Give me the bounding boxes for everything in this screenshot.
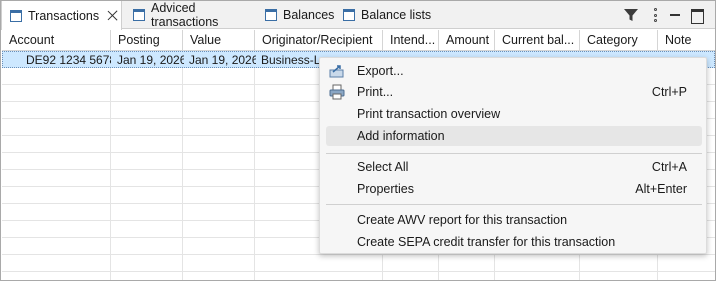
menu-item-label: Select All bbox=[357, 160, 409, 174]
column-header-amount[interactable]: Amount bbox=[439, 30, 495, 51]
menu-item-create-sepa-credit-transfer[interactable]: Create SEPA credit transfer for this tra… bbox=[326, 232, 702, 252]
tab-label: Balance lists bbox=[361, 8, 432, 22]
cell-posting-date: Jan 19, 2026 bbox=[117, 53, 184, 67]
minimize-icon[interactable] bbox=[667, 7, 683, 23]
menu-item-label: Create SEPA credit transfer for this tra… bbox=[357, 235, 616, 249]
menu-item-create-awv-report[interactable]: Create AWV report for this transaction bbox=[326, 210, 702, 230]
tab-transactions[interactable]: Transactions bbox=[1, 1, 122, 30]
filter-icon[interactable] bbox=[623, 7, 639, 23]
column-header-intended-use[interactable]: Intend... bbox=[383, 30, 439, 51]
tab-adviced-transactions[interactable]: Adviced transactions bbox=[125, 1, 259, 29]
transactions-view: Transactions Adviced transactions Balanc… bbox=[0, 0, 716, 281]
menu-separator bbox=[326, 204, 702, 205]
table-icon bbox=[265, 9, 277, 21]
kebab-menu-icon[interactable] bbox=[647, 7, 663, 23]
menu-item-shortcut: Ctrl+P bbox=[651, 85, 687, 99]
tab-balance-lists[interactable]: Balance lists bbox=[335, 1, 435, 29]
table-icon bbox=[343, 9, 355, 21]
tab-balances[interactable]: Balances bbox=[257, 1, 337, 29]
menu-item-label: Print... bbox=[357, 85, 394, 99]
tab-label: Adviced transactions bbox=[151, 1, 219, 29]
menu-item-label: Print transaction overview bbox=[357, 107, 501, 121]
column-header-category[interactable]: Category bbox=[580, 30, 658, 51]
menu-separator bbox=[326, 153, 702, 154]
table-icon bbox=[133, 9, 145, 21]
menu-item-print[interactable]: Print... Ctrl+P bbox=[326, 82, 702, 102]
menu-item-print-transaction-overview[interactable]: Print transaction overview bbox=[326, 104, 702, 124]
table-icon bbox=[10, 9, 22, 22]
tab-bar: Transactions Adviced transactions Balanc… bbox=[1, 1, 715, 30]
tab-label: Transactions bbox=[28, 8, 100, 23]
table-header: Account Posting Value Originator/Recipie… bbox=[2, 30, 715, 51]
menu-item-properties[interactable]: Properties Alt+Enter bbox=[326, 179, 702, 199]
cell-originator-recipient: Business-Le bbox=[261, 53, 321, 67]
menu-item-label: Export... bbox=[357, 64, 404, 78]
cell-account: DE92 1234 5678 9 bbox=[26, 53, 111, 67]
menu-item-shortcut: Ctrl+A bbox=[651, 160, 687, 174]
cell-value-date: Jan 19, 2026 bbox=[189, 53, 256, 67]
menu-item-label: Properties bbox=[357, 182, 414, 196]
printer-icon bbox=[329, 84, 345, 100]
menu-item-export[interactable]: Export... bbox=[326, 61, 702, 81]
column-header-value[interactable]: Value bbox=[183, 30, 255, 51]
menu-item-label: Add information bbox=[357, 129, 445, 143]
menu-item-label: Create AWV report for this transaction bbox=[357, 213, 568, 227]
tab-label: Balances bbox=[283, 8, 335, 22]
context-menu: Export... Print... Ctrl+P Print transact… bbox=[319, 57, 707, 254]
column-header-posting[interactable]: Posting bbox=[111, 30, 183, 51]
export-icon bbox=[329, 63, 345, 79]
column-header-current-balance[interactable]: Current bal... bbox=[495, 30, 580, 51]
close-icon[interactable] bbox=[107, 10, 119, 22]
column-header-account[interactable]: Account bbox=[2, 30, 111, 51]
column-header-originator-recipient[interactable]: Originator/Recipient bbox=[255, 30, 383, 51]
menu-item-add-information[interactable]: Add information bbox=[326, 126, 702, 146]
maximize-icon[interactable] bbox=[689, 7, 705, 24]
menu-item-select-all[interactable]: Select All Ctrl+A bbox=[326, 157, 702, 177]
menu-item-shortcut: Alt+Enter bbox=[635, 182, 687, 196]
table-row[interactable] bbox=[2, 255, 715, 272]
column-header-note[interactable]: Note bbox=[658, 30, 715, 51]
